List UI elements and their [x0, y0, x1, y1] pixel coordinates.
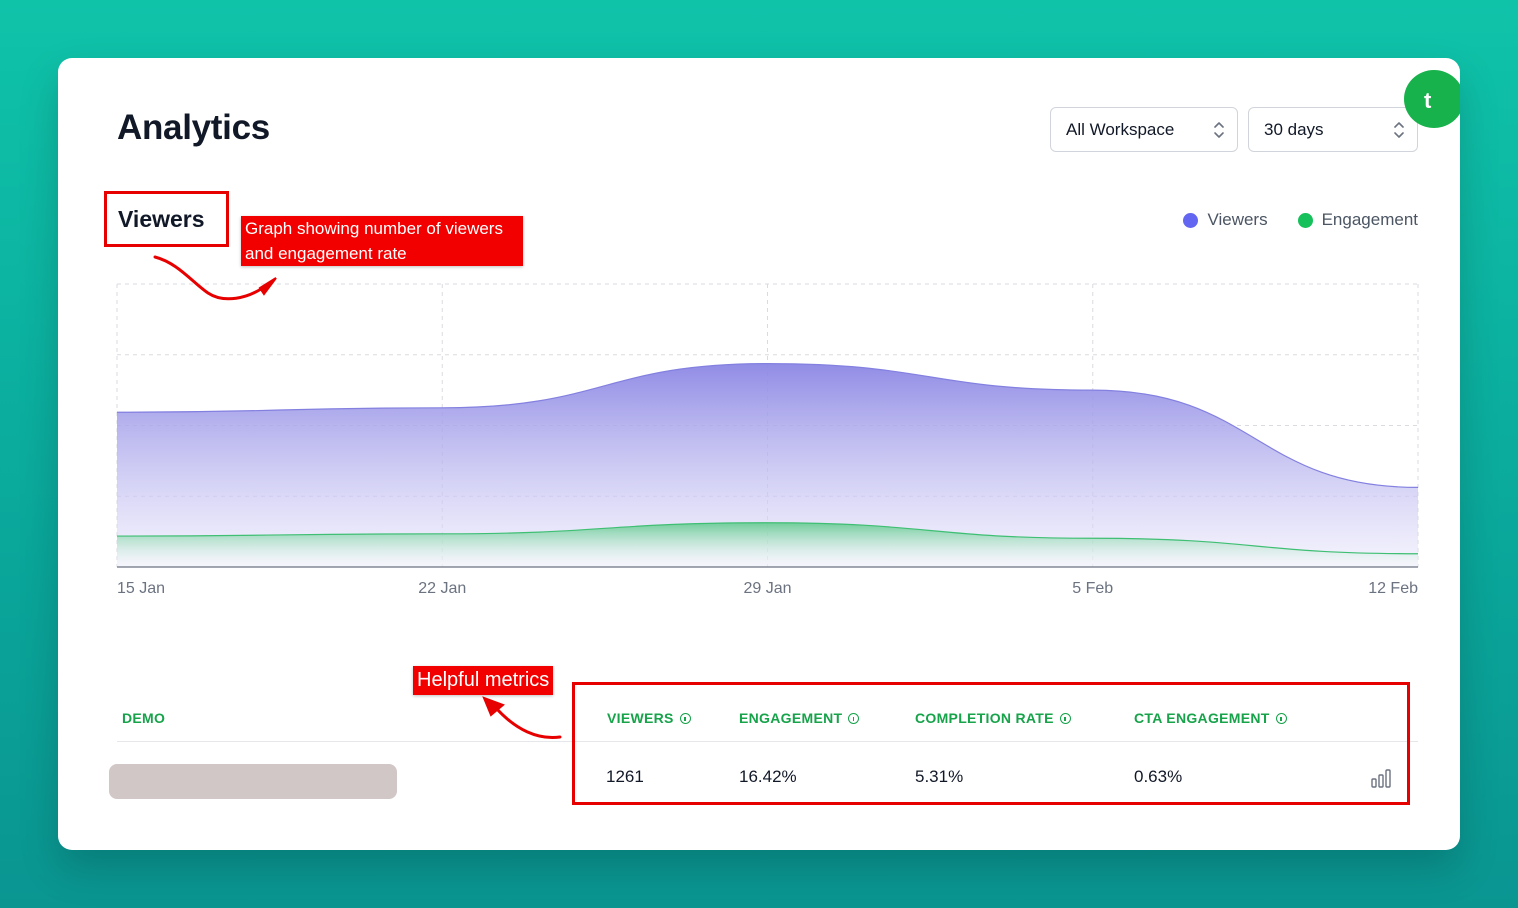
column-header-demo[interactable]: DEMO — [122, 710, 165, 726]
metrics-highlight — [572, 682, 1410, 805]
chart-areas — [116, 362, 1419, 567]
x-tick-label: 29 Jan — [743, 580, 792, 597]
analytics-card: Analytics All Workspace 30 days t Viewer… — [58, 58, 1460, 850]
x-tick-label: 5 Feb — [1072, 580, 1114, 597]
annotation-arrowhead-icon — [258, 277, 277, 296]
demo-name-redacted[interactable] — [109, 764, 397, 799]
annotation-arrow-icon — [494, 706, 562, 740]
x-tick-label: 22 Jan — [418, 580, 467, 597]
x-tick-label: 12 Feb — [1368, 580, 1418, 597]
annotation-arrow-icon — [153, 255, 270, 301]
column-header-demo-label: DEMO — [122, 710, 166, 726]
x-tick-label: 15 Jan — [117, 580, 166, 597]
metrics-annotation: Helpful metrics — [413, 666, 554, 695]
